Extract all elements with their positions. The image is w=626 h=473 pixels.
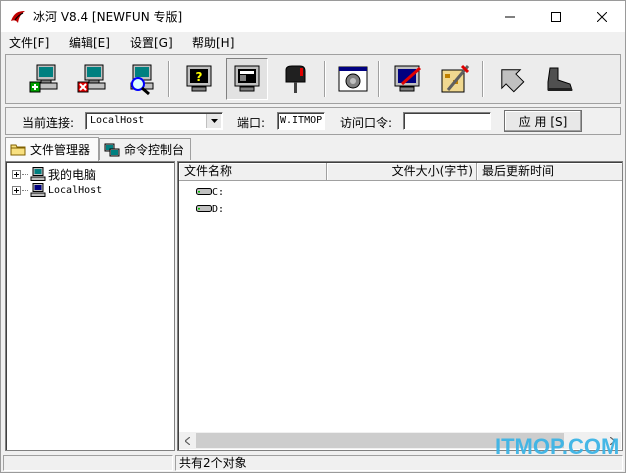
drive-label: D: bbox=[212, 203, 225, 215]
toolbar: ? bbox=[5, 54, 621, 104]
connection-select-value: LocalHost bbox=[90, 115, 145, 126]
chevron-down-icon[interactable] bbox=[206, 114, 221, 128]
password-input[interactable] bbox=[403, 112, 491, 130]
screen-capture-icon bbox=[234, 65, 260, 92]
upgrade-arrow-button[interactable] bbox=[490, 58, 532, 100]
config-tools-icon bbox=[441, 64, 470, 93]
password-label: 访问口令: bbox=[340, 116, 393, 130]
expand-icon[interactable] bbox=[12, 185, 21, 195]
config-tools-button[interactable] bbox=[434, 58, 476, 100]
connection-select[interactable]: LocalHost bbox=[85, 112, 223, 130]
mailbox-icon bbox=[285, 65, 306, 93]
screen-capture-button[interactable] bbox=[226, 58, 268, 100]
scroll-left-icon[interactable] bbox=[179, 432, 196, 449]
svg-text:?: ? bbox=[196, 70, 203, 84]
toolbar-separator bbox=[378, 61, 380, 97]
list-item[interactable]: D: bbox=[196, 202, 224, 216]
minimize-icon bbox=[505, 16, 515, 17]
menu-bar: 文件[F] 编辑[E] 设置[G] 帮助[H] bbox=[1, 32, 625, 52]
column-header-modified[interactable]: 最后更新时间 bbox=[477, 163, 622, 181]
delete-host-icon bbox=[77, 64, 106, 93]
expand-icon[interactable] bbox=[12, 169, 21, 179]
folder-icon bbox=[10, 143, 26, 156]
tab-command-console-label: 命令控制台 bbox=[124, 143, 185, 157]
title-bar[interactable]: 冰河 V8.4 [NEWFUN 专版] bbox=[1, 1, 625, 32]
tree-connector bbox=[22, 173, 28, 175]
mailbox-button[interactable] bbox=[274, 58, 316, 100]
menu-help[interactable]: 帮助[H] bbox=[192, 34, 234, 51]
tree-connector bbox=[22, 189, 28, 191]
console-icon bbox=[104, 143, 120, 157]
boot-icon bbox=[547, 67, 573, 91]
apply-button[interactable]: 应 用 [S] bbox=[504, 110, 582, 132]
menu-file[interactable]: 文件[F] bbox=[9, 34, 49, 51]
add-host-button[interactable] bbox=[24, 58, 66, 100]
unknown-monitor-button[interactable]: ? bbox=[178, 58, 220, 100]
delete-host-button[interactable] bbox=[72, 58, 114, 100]
tab-command-console[interactable]: 命令控制台 bbox=[99, 138, 191, 160]
toolbar-separator bbox=[482, 61, 484, 97]
column-header-size[interactable]: 文件大小(字节) bbox=[327, 163, 477, 181]
tab-file-manager-label: 文件管理器 bbox=[30, 143, 91, 157]
port-input-value: W.ITMOP bbox=[280, 115, 323, 126]
edit-screen-button[interactable] bbox=[386, 58, 428, 100]
unknown-monitor-icon: ? bbox=[186, 65, 212, 92]
tree-node-label: 我的电脑 bbox=[48, 167, 97, 182]
minimize-button[interactable] bbox=[487, 1, 533, 32]
toolbar-separator bbox=[168, 61, 170, 97]
file-list[interactable]: 文件名称 文件大小(字节) 最后更新时间 C: D: bbox=[177, 161, 623, 451]
window-title: 冰河 V8.4 [NEWFUN 专版] bbox=[33, 10, 183, 24]
edit-screen-icon bbox=[394, 65, 421, 92]
search-host-icon bbox=[130, 64, 154, 96]
add-host-icon bbox=[29, 64, 58, 93]
tab-file-manager[interactable]: 文件管理器 bbox=[5, 137, 99, 161]
maximize-icon bbox=[551, 11, 561, 22]
boot-button[interactable] bbox=[538, 58, 580, 100]
connection-bar: 当前连接: LocalHost 端口: W.ITMOP 访问口令: 应 用 [S… bbox=[5, 107, 621, 135]
list-item[interactable]: C: bbox=[196, 185, 224, 199]
drive-icon bbox=[196, 202, 212, 216]
drive-label: C: bbox=[212, 186, 225, 198]
close-icon bbox=[597, 11, 607, 22]
upgrade-arrow-icon bbox=[501, 69, 525, 93]
watermark: ITMOP.COM bbox=[495, 434, 620, 459]
toolbar-separator bbox=[324, 61, 326, 97]
tree-node-localhost[interactable]: LocalHost bbox=[12, 183, 102, 197]
search-host-button[interactable] bbox=[120, 58, 162, 100]
column-header-name[interactable]: 文件名称 bbox=[179, 163, 327, 181]
status-cell-empty bbox=[3, 455, 173, 471]
settings-dialog-button[interactable] bbox=[332, 58, 374, 100]
menu-settings[interactable]: 设置[G] bbox=[130, 34, 173, 51]
drive-icon bbox=[196, 185, 212, 199]
computer-icon bbox=[30, 183, 46, 197]
current-connection-label: 当前连接: bbox=[22, 116, 75, 130]
app-window: 冰河 V8.4 [NEWFUN 专版] 文件[F] 编辑[E] 设置[G] 帮助… bbox=[0, 0, 626, 473]
app-logo-icon bbox=[9, 9, 27, 25]
maximize-button[interactable] bbox=[533, 1, 579, 32]
tree-node-label: LocalHost bbox=[48, 184, 103, 196]
close-button[interactable] bbox=[579, 1, 625, 32]
settings-dialog-icon bbox=[338, 66, 368, 92]
menu-edit[interactable]: 编辑[E] bbox=[69, 34, 110, 51]
host-tree[interactable]: 我的电脑 LocalHost bbox=[5, 161, 175, 451]
computer-icon bbox=[30, 167, 46, 181]
tree-node-my-computer[interactable]: 我的电脑 bbox=[12, 167, 97, 182]
port-label: 端口: bbox=[237, 116, 266, 130]
port-input[interactable]: W.ITMOP bbox=[277, 112, 325, 130]
